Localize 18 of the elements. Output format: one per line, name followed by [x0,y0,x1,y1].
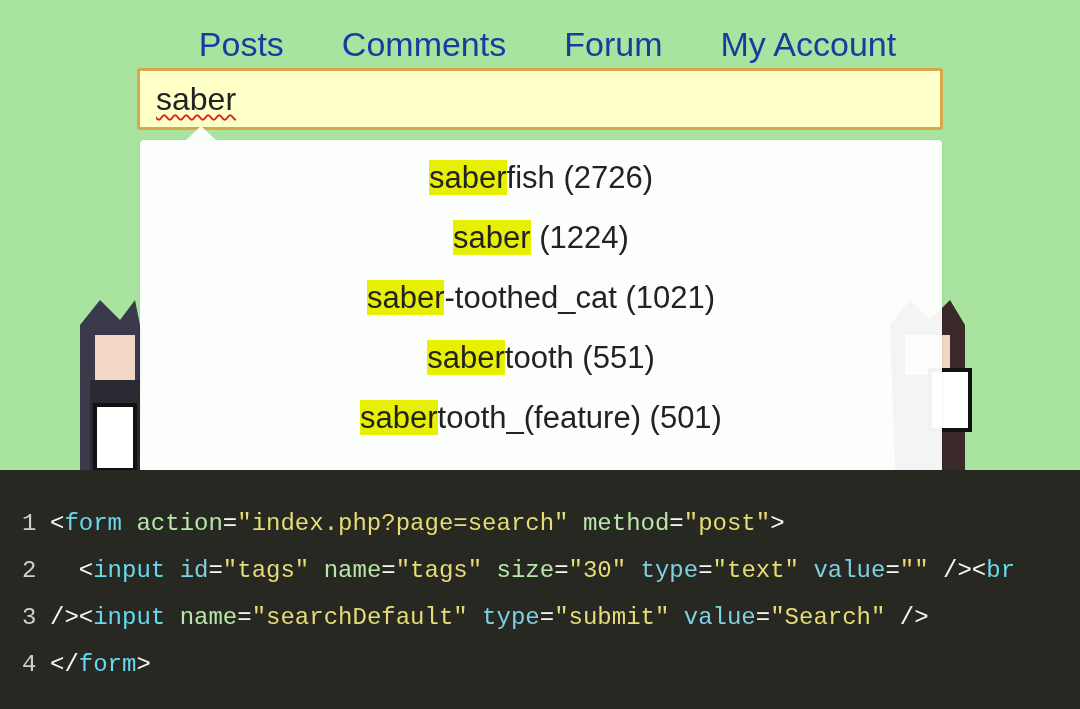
code-line: </form> [50,650,151,680]
nav-link[interactable]: Posts [198,22,284,66]
suggestion-item[interactable]: saber (1224) [453,208,629,268]
search-field[interactable]: saber [137,68,943,130]
line-number: 2 [21,556,38,586]
code-line: /><input name="searchDefault" type="submit" value="Search" /> [50,603,929,633]
suggestion-item[interactable]: sabertooth_(feature) (501) [360,388,722,448]
code-line: <form action="index.php?page=search" method="post"> [50,509,785,539]
line-number: 3 [21,603,38,633]
suggestion-item[interactable]: saber-toothed_cat (1021) [366,268,716,328]
line-number: 4 [21,650,38,680]
suggestion-item[interactable]: saberfish (2726) [429,148,653,208]
nav-link[interactable]: Forum [564,22,663,66]
search-text: saber [156,80,237,119]
nav-link[interactable]: My Account [720,22,897,66]
nav-link[interactable]: Comments [341,22,507,66]
code-line: <input id="tags" name="tags" size="30" type="text" value="" /><br [77,556,1016,586]
line-number: 1 [21,509,38,539]
